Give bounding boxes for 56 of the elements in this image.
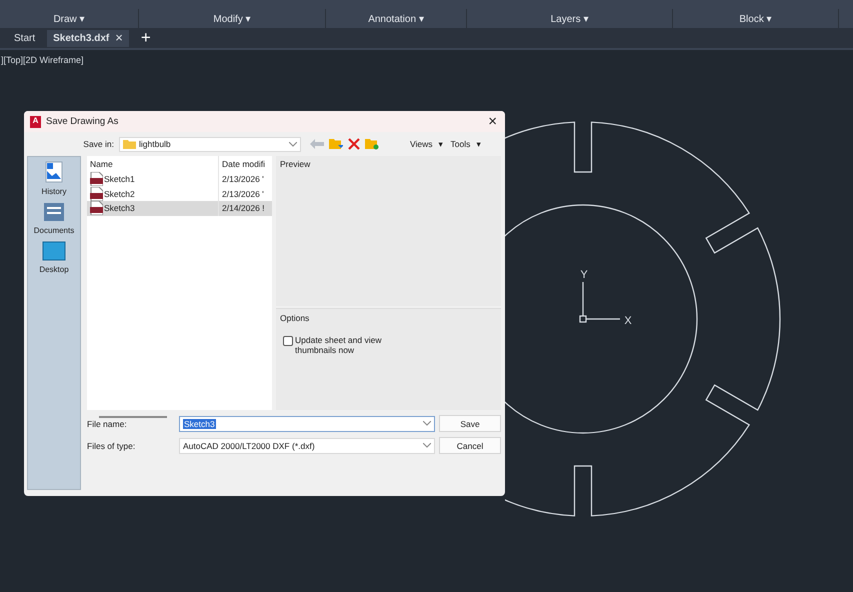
checkbox-label[interactable]: Update sheet and view thumbnails now: [295, 335, 395, 355]
file-row[interactable]: Sketch3 2/14/2026 !: [87, 201, 272, 216]
file-date: 2/13/2026 ': [221, 174, 264, 184]
preview-label: Preview: [280, 159, 310, 169]
dxf-file-icon: [90, 201, 103, 216]
y-axis-label: Y: [580, 269, 588, 281]
chevron-icon: [289, 142, 297, 146]
place-label[interactable]: History: [42, 187, 66, 196]
tools-menu[interactable]: Tools ▾: [450, 139, 482, 149]
new-tab-button[interactable]: +: [140, 30, 151, 46]
folder-up-icon[interactable]: [329, 138, 343, 150]
close-button[interactable]: ×: [488, 116, 497, 128]
save-in-dropdown[interactable]: lightbulb: [119, 136, 301, 152]
file-name-field[interactable]: Sketch3: [179, 416, 435, 432]
save-button[interactable]: Save: [439, 415, 501, 432]
documents-icon[interactable]: [43, 202, 65, 222]
ribbon-group-title[interactable]: Annotation ▾: [368, 12, 424, 24]
app-icon: A: [30, 116, 41, 128]
place-label[interactable]: Documents: [34, 226, 74, 235]
ucs-icon: [579, 282, 620, 323]
file-tab[interactable]: Start: [8, 30, 42, 46]
history-icon[interactable]: [42, 161, 65, 183]
column-header[interactable]: Date modifi: [219, 159, 265, 169]
file-tab[interactable]: Sketch3.dxf ×: [47, 30, 129, 46]
cancel-button[interactable]: Cancel: [439, 437, 501, 454]
scrollbar-thumb[interactable]: [99, 416, 167, 418]
save-in-label: Save in:: [82, 139, 114, 149]
ribbon-group-title[interactable]: Modify ▾: [213, 12, 251, 24]
ribbon-group-title[interactable]: Draw ▾: [53, 12, 85, 24]
file-row[interactable]: Sketch1 2/13/2026 ': [87, 172, 272, 186]
dxf-file-icon: [90, 172, 103, 186]
file-type-dropdown[interactable]: AutoCAD 2000/LT2000 DXF (*.dxf): [179, 438, 435, 454]
options-label: Options: [280, 313, 310, 323]
chevron-icon: [423, 443, 431, 448]
place-label[interactable]: Desktop: [39, 265, 69, 274]
file-name: Sketch3: [104, 203, 135, 214]
file-name: Sketch1: [104, 174, 135, 184]
dxf-file-icon: [90, 186, 103, 201]
ribbon-group-title[interactable]: Layers ▾: [550, 12, 588, 24]
views-menu[interactable]: Views ▾: [410, 139, 444, 149]
dialog-title: Save Drawing As: [46, 116, 120, 127]
folder-icon: [123, 139, 136, 149]
viewport-label[interactable]: ][Top][2D Wireframe]: [0, 50, 853, 65]
file-name-label: File name:: [87, 418, 128, 428]
new-folder-icon[interactable]: [365, 138, 379, 150]
file-name: Sketch2: [104, 188, 135, 199]
file-date: 2/14/2026 !: [221, 203, 265, 214]
file-type-label: Files of type:: [87, 440, 136, 450]
x-axis-label: X: [624, 315, 632, 327]
close-icon[interactable]: ×: [115, 33, 123, 43]
checkbox[interactable]: [283, 336, 293, 346]
ribbon-group-title[interactable]: Block ▾: [739, 12, 772, 24]
chevron-icon: [423, 421, 431, 426]
desktop-icon[interactable]: [42, 241, 66, 261]
file-date: 2/13/2026 ': [221, 188, 264, 199]
delete-icon[interactable]: [348, 138, 360, 150]
